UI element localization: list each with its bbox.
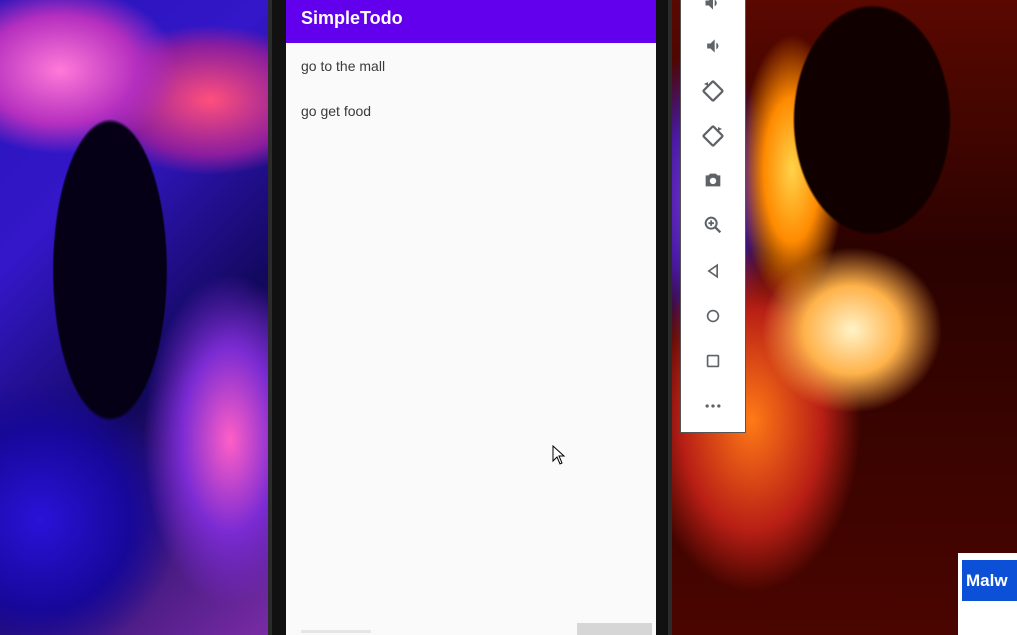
camera-icon[interactable] bbox=[698, 165, 728, 195]
volume-down-icon[interactable] bbox=[698, 31, 728, 61]
volume-up-icon[interactable] bbox=[698, 0, 728, 18]
emulator-side-toolbar bbox=[680, 0, 746, 433]
emulator-screen[interactable]: SimpleTodo go to the mall go get food bbox=[286, 0, 656, 635]
back-icon[interactable] bbox=[698, 256, 728, 286]
todo-list: go to the mall go get food bbox=[286, 43, 656, 133]
rotate-right-icon[interactable] bbox=[698, 121, 728, 151]
mouse-cursor-icon bbox=[552, 444, 566, 470]
todo-list-item[interactable]: go to the mall bbox=[286, 43, 656, 88]
malwarebytes-logo: Malw bbox=[962, 560, 1017, 601]
zoom-icon[interactable] bbox=[698, 210, 728, 240]
overview-icon[interactable] bbox=[698, 346, 728, 376]
malwarebytes-notification[interactable]: Malw bbox=[958, 553, 1017, 635]
rotate-left-icon[interactable] bbox=[698, 76, 728, 106]
more-icon[interactable] bbox=[698, 391, 728, 421]
add-button[interactable] bbox=[577, 623, 652, 635]
app-title: SimpleTodo bbox=[301, 8, 403, 28]
wallpaper-left bbox=[0, 0, 272, 635]
new-item-input[interactable] bbox=[301, 630, 371, 633]
todo-list-item[interactable]: go get food bbox=[286, 88, 656, 133]
todo-item-text: go get food bbox=[301, 102, 372, 119]
todo-item-text: go to the mall bbox=[301, 57, 386, 74]
home-icon[interactable] bbox=[698, 301, 728, 331]
app-bar: SimpleTodo bbox=[286, 0, 656, 43]
